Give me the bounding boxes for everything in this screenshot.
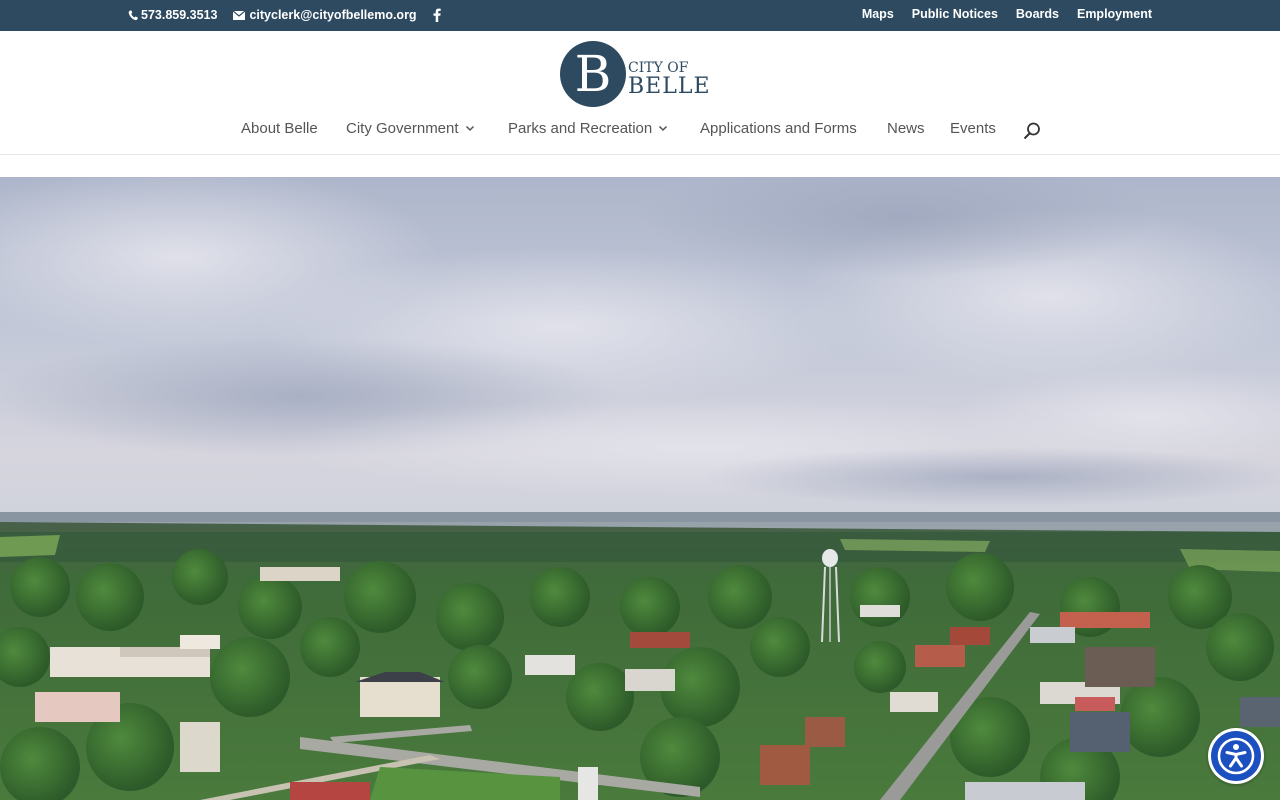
- contact-info: 573.859.3513 cityclerk@cityofbellemo.org: [128, 8, 460, 22]
- nav-item-label: About Belle: [241, 120, 318, 137]
- main-header: B CITY OF BELLE About Belle City Governm…: [0, 31, 1280, 155]
- nav-item-label: City Government: [346, 120, 459, 137]
- phone-number: 573.859.3513: [141, 8, 218, 22]
- aerial-town-photo: [0, 177, 1280, 800]
- secondary-menu: Maps Public Notices Boards Employment: [844, 7, 1152, 21]
- nav-item-applications-and-forms[interactable]: Applications and Forms: [700, 120, 857, 137]
- nav-item-parks-and-recreation[interactable]: Parks and Recreation: [508, 120, 668, 137]
- logo-circle: B: [560, 41, 626, 107]
- accessibility-button[interactable]: [1208, 728, 1264, 784]
- logo-letter: B: [574, 45, 612, 103]
- phone-icon: [128, 10, 138, 20]
- nav-item-label: Applications and Forms: [700, 120, 857, 137]
- menu-link-boards[interactable]: Boards: [1016, 7, 1059, 21]
- primary-nav: About Belle City Government Parks and Re…: [0, 120, 1280, 144]
- facebook-icon: [433, 8, 441, 22]
- email-address: cityclerk@cityofbellemo.org: [249, 8, 417, 22]
- logo-line-2: BELLE: [628, 74, 711, 99]
- accessibility-icon: [1217, 737, 1255, 775]
- menu-link-employment[interactable]: Employment: [1077, 7, 1152, 21]
- accessibility-button-inner: [1211, 731, 1261, 781]
- nav-item-label: News: [887, 120, 925, 137]
- nav-item-events[interactable]: Events: [950, 120, 996, 137]
- site-logo[interactable]: B CITY OF BELLE: [560, 41, 716, 109]
- hero-image: [0, 177, 1280, 800]
- menu-link-maps[interactable]: Maps: [862, 7, 894, 21]
- phone-link[interactable]: 573.859.3513: [128, 8, 217, 22]
- chevron-down-icon: [465, 125, 475, 132]
- search-icon[interactable]: [1023, 122, 1041, 144]
- envelope-icon: [233, 10, 246, 20]
- email-link[interactable]: cityclerk@cityofbellemo.org: [233, 8, 417, 22]
- menu-link-public-notices[interactable]: Public Notices: [912, 7, 998, 21]
- facebook-link[interactable]: [433, 8, 444, 22]
- nav-item-label: Events: [950, 120, 996, 137]
- top-bar: 573.859.3513 cityclerk@cityofbellemo.org…: [0, 0, 1280, 31]
- nav-item-city-government[interactable]: City Government: [346, 120, 475, 137]
- nav-item-news[interactable]: News: [887, 120, 925, 137]
- nav-item-label: Parks and Recreation: [508, 120, 653, 137]
- nav-item-about-belle[interactable]: About Belle: [241, 120, 318, 137]
- chevron-down-icon: [658, 125, 668, 132]
